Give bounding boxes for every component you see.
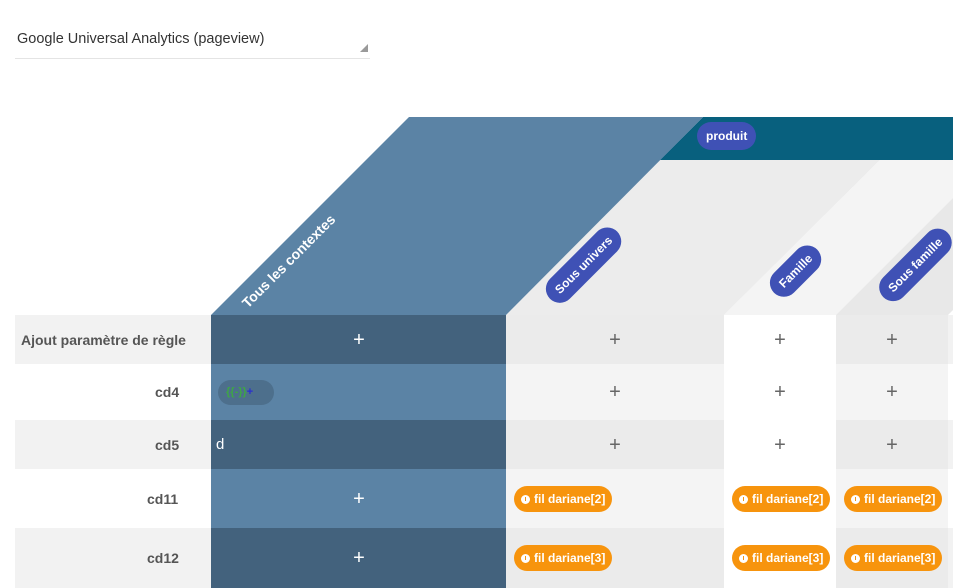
cd12-sous-famille-tag-label: fil dariane[3]	[864, 551, 936, 565]
add-context-param-button[interactable]: +	[347, 330, 371, 350]
row-label-ajout: Ajout paramètre de règle	[21, 332, 186, 348]
cd12-sous-univers-tag[interactable]: fil dariane[3]	[514, 545, 613, 571]
cd11-sous-univers-tag[interactable]: fil dariane[2]	[514, 486, 613, 512]
row-label-cd12: cd12	[147, 550, 179, 566]
info-icon	[521, 495, 530, 504]
cd4-famille-add-button[interactable]: +	[768, 382, 792, 402]
info-icon	[851, 554, 860, 563]
cd11-sous-univers-tag-label: fil dariane[2]	[534, 492, 606, 506]
cd4-sous-famille-add-button[interactable]: +	[880, 382, 904, 402]
cd11-sous-famille-tag[interactable]: fil dariane[2]	[844, 486, 943, 512]
cd11-famille-tag-label: fil dariane[2]	[752, 492, 824, 506]
cd12-famille-tag-label: fil dariane[3]	[752, 551, 824, 565]
row-label-cd11: cd11	[147, 491, 179, 507]
row-label-cd5: cd5	[155, 437, 180, 453]
add-sous-famille-param-button[interactable]: +	[880, 330, 904, 350]
info-icon	[521, 554, 530, 563]
add-famille-param-button[interactable]: +	[768, 330, 792, 350]
cd11-sous-famille-tag-label: fil dariane[2]	[864, 492, 936, 506]
info-icon	[851, 495, 860, 504]
row-label-cd4: cd4	[155, 384, 180, 400]
info-icon	[739, 554, 748, 563]
cd5-context-value[interactable]: d	[216, 436, 224, 453]
chip-add-icon[interactable]: +	[247, 386, 253, 398]
cd12-context-add-button[interactable]: +	[347, 548, 371, 568]
info-icon	[739, 495, 748, 504]
cd4-context-value-chip[interactable]: {{-}}+	[218, 380, 274, 405]
cd5-famille-add-button[interactable]: +	[768, 435, 792, 455]
cd12-sous-univers-tag-label: fil dariane[3]	[534, 551, 606, 565]
cd4-sous-univers-add-button[interactable]: +	[603, 382, 627, 402]
cd11-famille-tag[interactable]: fil dariane[2]	[732, 486, 831, 512]
cd5-sous-famille-add-button[interactable]: +	[880, 435, 904, 455]
chip-close-braces: }}	[238, 386, 247, 398]
cd12-sous-famille-tag[interactable]: fil dariane[3]	[844, 545, 943, 571]
group-label-produit[interactable]: produit	[697, 122, 757, 150]
cd11-context-add-button[interactable]: +	[347, 489, 371, 509]
add-sous-univers-param-button[interactable]: +	[603, 330, 627, 350]
chip-open-braces: {{	[226, 386, 235, 398]
cd5-sous-univers-add-button[interactable]: +	[603, 435, 627, 455]
cd12-famille-tag[interactable]: fil dariane[3]	[732, 545, 831, 571]
